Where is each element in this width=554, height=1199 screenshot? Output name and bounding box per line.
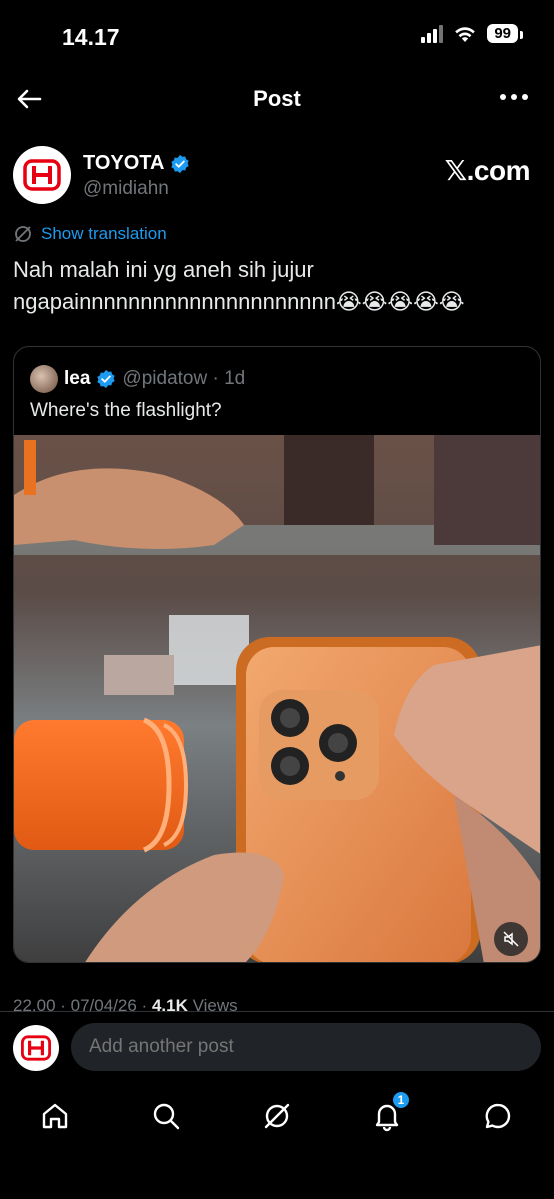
quote-author-name: lea xyxy=(64,368,91,389)
source-label: 𝕏.com xyxy=(444,155,531,186)
author-avatar[interactable] xyxy=(13,146,71,204)
post-header: Post xyxy=(0,72,554,124)
mute-button[interactable] xyxy=(494,922,528,956)
status-icons: 99 xyxy=(421,24,523,43)
quote-video[interactable] xyxy=(14,435,540,962)
verified-badge-icon xyxy=(171,154,190,173)
home-icon xyxy=(42,1103,68,1129)
nav-search[interactable] xyxy=(146,1096,186,1136)
quote-handle-time: @pidatow · 1d xyxy=(122,368,246,389)
nav-messages[interactable] xyxy=(478,1096,518,1136)
battery-indicator: 99 xyxy=(487,24,523,43)
my-avatar[interactable] xyxy=(13,1025,59,1071)
search-icon xyxy=(153,1103,180,1130)
status-time: 14.17 xyxy=(62,24,120,50)
page-title: Post xyxy=(253,86,301,111)
reply-input[interactable] xyxy=(71,1023,541,1071)
reply-bar xyxy=(0,1011,554,1081)
notification-badge: 1 xyxy=(391,1090,411,1110)
status-bar: 14.17 99 xyxy=(0,0,554,70)
post-text: Nah malah ini yg aneh sih jujur ngapainn… xyxy=(13,257,465,314)
show-translation-label: Show translation xyxy=(41,224,167,243)
muted-speaker-icon xyxy=(503,931,519,947)
nav-home[interactable] xyxy=(35,1096,75,1136)
cellular-signal-icon xyxy=(421,24,444,43)
wifi-icon xyxy=(455,26,476,42)
translate-icon xyxy=(15,226,31,242)
author-handle[interactable]: @midiahn xyxy=(83,178,169,200)
honda-logo-icon xyxy=(21,1035,51,1061)
quoted-post[interactable]: lea @pidatow · 1d Where's the flashlight… xyxy=(13,346,541,963)
chat-bubble-icon xyxy=(485,1103,511,1129)
quote-avatar xyxy=(30,365,58,393)
quote-text: Where's the flashlight? xyxy=(30,400,222,421)
more-options-icon[interactable] xyxy=(500,94,528,100)
show-translation-link[interactable]: Show translation xyxy=(13,224,167,244)
verified-badge-icon xyxy=(97,369,116,389)
bottom-nav: 1 xyxy=(0,1082,554,1199)
author-name[interactable]: TOYOTA xyxy=(83,152,190,175)
honda-logo-icon xyxy=(23,159,61,191)
grok-icon xyxy=(264,1103,290,1129)
quote-header: lea @pidatow · 1d xyxy=(30,365,245,393)
author-name-text: TOYOTA xyxy=(83,152,165,174)
video-frame xyxy=(14,435,540,962)
nav-notifications[interactable]: 1 xyxy=(367,1090,411,1136)
nav-grok[interactable] xyxy=(257,1096,297,1136)
